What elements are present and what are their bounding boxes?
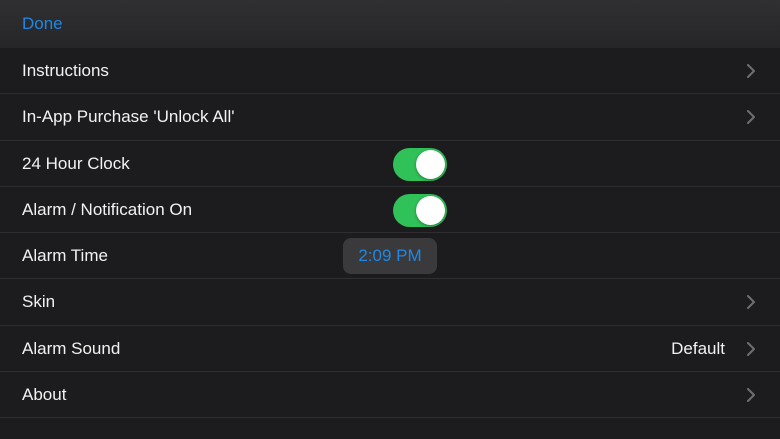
chevron-right-icon: [747, 110, 755, 125]
alarm-time-picker[interactable]: 2:09 PM: [343, 238, 437, 275]
done-button[interactable]: Done: [22, 13, 63, 35]
navigation-bar: Done: [0, 0, 780, 48]
24-hour-clock-toggle[interactable]: [393, 147, 447, 181]
chevron-right-icon: [747, 388, 755, 403]
settings-row-alarm-sound[interactable]: Alarm Sound Default: [0, 326, 780, 373]
settings-row-instructions[interactable]: Instructions: [0, 48, 780, 95]
row-label: Skin: [22, 292, 56, 312]
alarm-notification-toggle[interactable]: [393, 193, 447, 227]
row-label: About: [22, 385, 67, 405]
row-label: In-App Purchase 'Unlock All': [22, 107, 235, 127]
settings-row-skin[interactable]: Skin: [0, 279, 780, 326]
settings-row-alarm-time: Alarm Time 2:09 PM: [0, 233, 780, 280]
settings-row-about[interactable]: About: [0, 372, 780, 419]
chevron-right-icon: [747, 295, 755, 310]
chevron-right-icon: [747, 341, 755, 356]
toggle-knob: [416, 195, 445, 225]
alarm-sound-value: Default: [671, 338, 725, 358]
row-label: Instructions: [22, 61, 109, 80]
settings-list: Instructions In-App Purchase 'Unlock All…: [0, 48, 780, 419]
settings-row-24-hour-clock: 24 Hour Clock: [0, 141, 780, 187]
toggle-knob: [416, 149, 445, 179]
row-label: 24 Hour Clock: [22, 153, 130, 173]
chevron-right-icon: [747, 64, 755, 78]
settings-row-alarm-notification: Alarm / Notification On: [0, 187, 780, 234]
settings-screen: Done Instructions In-App Purchase 'Unloc…: [0, 0, 780, 439]
row-label: Alarm / Notification On: [22, 199, 193, 219]
row-label: Alarm Time: [22, 246, 108, 266]
settings-row-in-app-purchase[interactable]: In-App Purchase 'Unlock All': [0, 94, 780, 141]
row-label: Alarm Sound: [22, 338, 121, 358]
